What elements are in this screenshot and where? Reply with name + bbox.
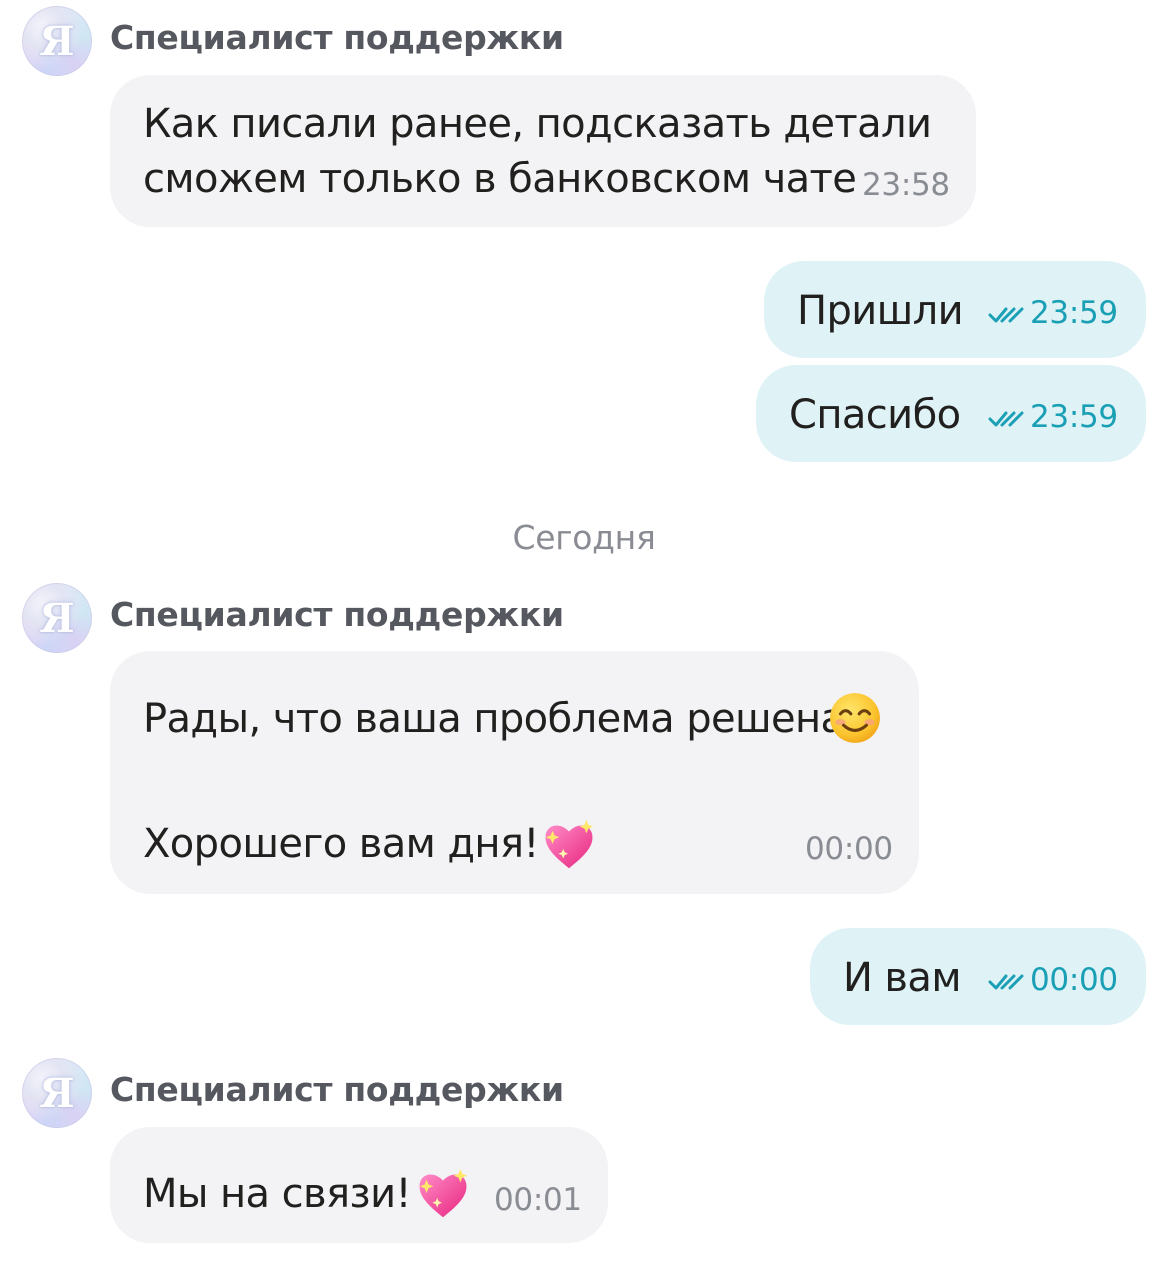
message-time: 00:00 [805,831,893,867]
message-time: 23:59 [1030,295,1118,331]
message-text: Пришли [797,288,964,334]
message-bubble-incoming[interactable]: Мы на связи! 00:01 [110,1127,608,1243]
sender-name: Специалист поддержки [110,1070,564,1109]
support-avatar: Я [22,1058,92,1128]
avatar-letter: Я [39,17,75,65]
message-bubble-incoming[interactable]: Как писали ранее, подсказать детали смож… [110,75,976,227]
sender-name: Специалист поддержки [110,595,564,634]
message-text: Мы на связи! [143,1171,412,1217]
support-avatar: Я [22,583,92,653]
message-bubble-outgoing[interactable]: Пришли 23:59 [764,261,1146,358]
message-bubble-outgoing[interactable]: И вам 00:00 [810,928,1146,1025]
message-text-line: Хорошего вам дня! [143,821,539,867]
message-text-line: Как писали ранее, подсказать детали [143,101,932,147]
message-time: 00:01 [494,1182,582,1218]
message-bubble-outgoing[interactable]: Спасибо 23:59 [756,365,1146,462]
message-time: 23:59 [1030,399,1118,435]
message-time: 23:58 [862,167,950,203]
message-text: И вам [843,955,962,1001]
date-separator: Сегодня [512,518,656,557]
smiling-face-emoji [830,693,880,743]
message-text-line: сможем только в банковском чате [143,156,857,202]
avatar-letter: Я [39,594,75,642]
double-check-icon [988,974,1024,990]
sparkling-heart-emoji [545,819,594,869]
message-time: 00:00 [1030,962,1118,998]
message-text-line: Рады, что ваша проблема решена [143,696,845,742]
sender-name: Специалист поддержки [110,18,564,57]
support-avatar: Я [22,6,92,76]
message-bubble-incoming[interactable]: Рады, что ваша проблема решена Хорошего … [110,651,919,894]
double-check-icon [988,307,1024,323]
avatar-letter: Я [39,1069,75,1117]
sparkling-heart-emoji [419,1168,468,1218]
double-check-icon [988,411,1024,427]
message-text: Спасибо [789,392,961,438]
